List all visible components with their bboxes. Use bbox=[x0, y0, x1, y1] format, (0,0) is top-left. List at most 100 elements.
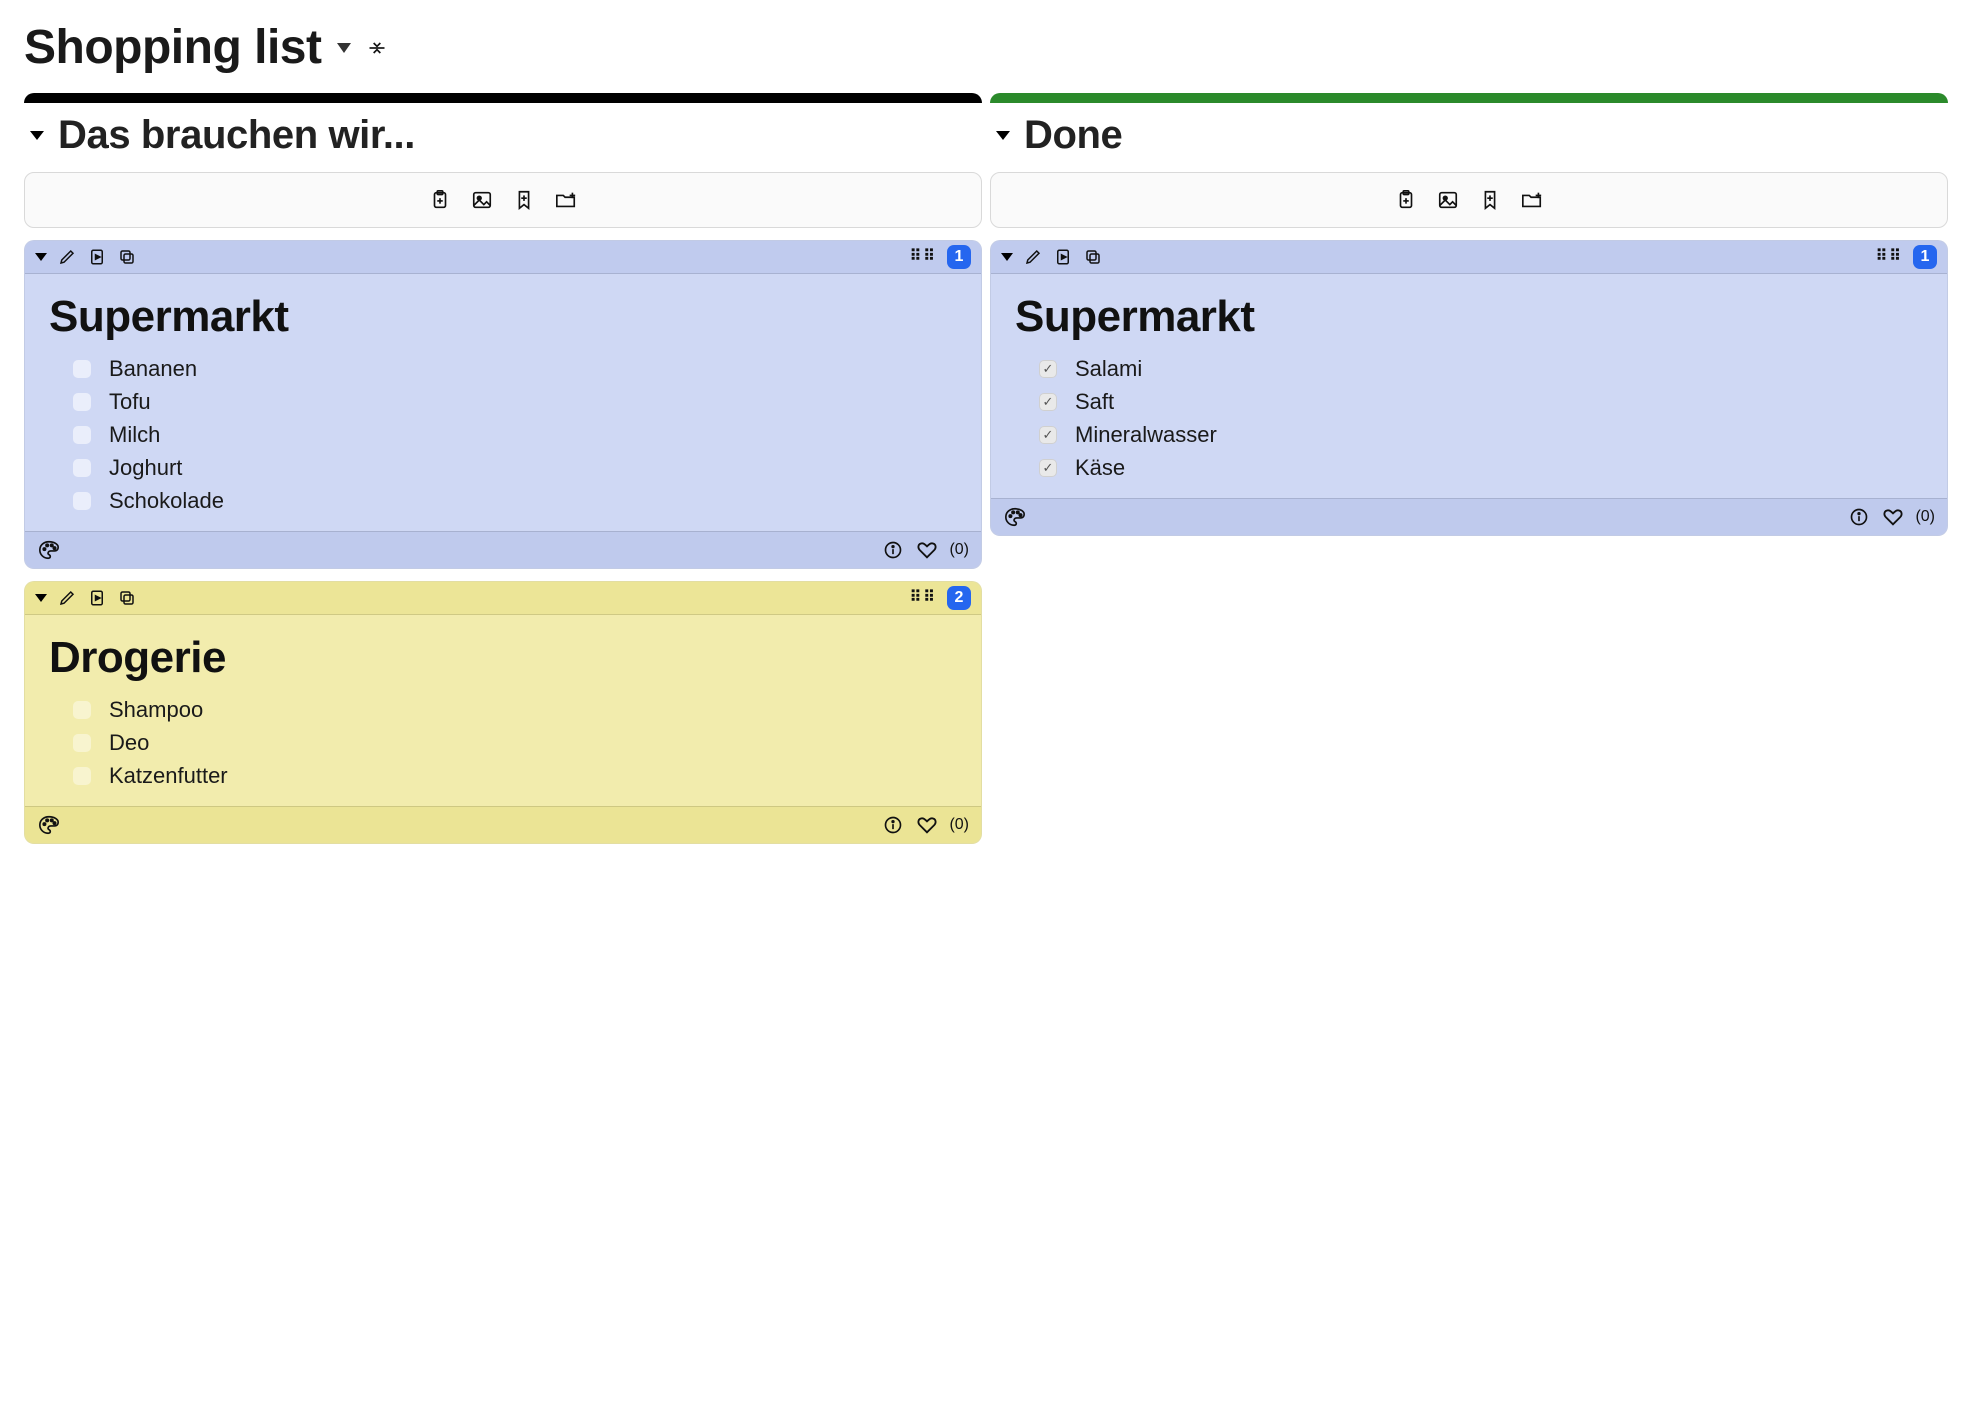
list-item: Schokolade bbox=[73, 484, 957, 517]
drag-handle-icon[interactable]: ⠿⠿ bbox=[910, 594, 937, 602]
checklist: Bananen Tofu Milch Joghurt Schokolade bbox=[49, 352, 957, 517]
drag-handle-icon[interactable]: ⠿⠿ bbox=[1876, 253, 1903, 261]
list-item: ✓ Mineralwasser bbox=[1039, 418, 1923, 451]
checkbox[interactable] bbox=[73, 360, 91, 378]
item-label: Bananen bbox=[109, 352, 197, 385]
page-header: Shopping list bbox=[24, 20, 1948, 75]
column-need: Das brauchen wir... bbox=[24, 93, 982, 844]
drag-handle-icon[interactable]: ⠿⠿ bbox=[910, 253, 937, 261]
like-count: (0) bbox=[949, 541, 969, 559]
card-footer: (0) bbox=[25, 806, 981, 843]
checkbox[interactable] bbox=[73, 459, 91, 477]
add-image-icon[interactable] bbox=[1436, 188, 1460, 212]
card-collapse-caret-icon[interactable] bbox=[1001, 253, 1013, 261]
add-bookmark-icon[interactable] bbox=[512, 188, 536, 212]
list-item: Tofu bbox=[73, 385, 957, 418]
card-collapse-caret-icon[interactable] bbox=[35, 253, 47, 261]
palette-icon[interactable] bbox=[37, 538, 61, 562]
checklist: ✓Salami ✓Saft ✓Mineralwasser ✓Käse bbox=[1015, 352, 1923, 484]
card-title: Drogerie bbox=[49, 633, 957, 683]
add-bookmark-icon[interactable] bbox=[1478, 188, 1502, 212]
copy-icon[interactable] bbox=[117, 588, 137, 608]
edit-pencil-icon[interactable] bbox=[57, 247, 77, 267]
palette-icon[interactable] bbox=[1003, 505, 1027, 529]
column-collapse-caret-icon[interactable] bbox=[30, 131, 44, 140]
item-label: Mineralwasser bbox=[1075, 418, 1217, 451]
card-body: Drogerie Shampoo Deo Katzenfutter bbox=[25, 615, 981, 806]
collapse-all-icon[interactable] bbox=[367, 38, 387, 58]
checkbox[interactable] bbox=[73, 426, 91, 444]
board-columns: Das brauchen wir... bbox=[24, 93, 1948, 844]
info-icon[interactable] bbox=[1847, 505, 1871, 529]
copy-icon[interactable] bbox=[117, 247, 137, 267]
list-item: Katzenfutter bbox=[73, 759, 957, 792]
column-header: Done bbox=[990, 109, 1948, 172]
list-item: Shampoo bbox=[73, 693, 957, 726]
list-item: Milch bbox=[73, 418, 957, 451]
add-folder-icon[interactable] bbox=[1520, 188, 1544, 212]
column-collapse-caret-icon[interactable] bbox=[996, 131, 1010, 140]
copy-icon[interactable] bbox=[1083, 247, 1103, 267]
add-item-bar bbox=[24, 172, 982, 228]
card-toolbar: ⠿⠿ 2 bbox=[25, 582, 981, 615]
page-title: Shopping list bbox=[24, 20, 321, 75]
add-item-bar bbox=[990, 172, 1948, 228]
add-clipboard-icon[interactable] bbox=[1394, 188, 1418, 212]
add-clipboard-icon[interactable] bbox=[428, 188, 452, 212]
card-title: Supermarkt bbox=[1015, 292, 1923, 342]
card-toolbar: ⠿⠿ 1 bbox=[25, 241, 981, 274]
play-file-icon[interactable] bbox=[1053, 247, 1073, 267]
heart-icon[interactable] bbox=[915, 538, 939, 562]
card-number-badge: 1 bbox=[947, 245, 971, 269]
item-label: Katzenfutter bbox=[109, 759, 228, 792]
card-body: Supermarkt ✓Salami ✓Saft ✓Mineralwasser … bbox=[991, 274, 1947, 498]
checkbox-checked[interactable]: ✓ bbox=[1039, 393, 1057, 411]
item-label: Saft bbox=[1075, 385, 1114, 418]
like-count: (0) bbox=[1915, 508, 1935, 526]
card-body: Supermarkt Bananen Tofu Milch Joghurt Sc… bbox=[25, 274, 981, 531]
checkbox-checked[interactable]: ✓ bbox=[1039, 360, 1057, 378]
heart-icon[interactable] bbox=[915, 813, 939, 837]
checkbox[interactable] bbox=[73, 492, 91, 510]
item-label: Shampoo bbox=[109, 693, 203, 726]
edit-pencil-icon[interactable] bbox=[1023, 247, 1043, 267]
item-label: Salami bbox=[1075, 352, 1142, 385]
info-icon[interactable] bbox=[881, 813, 905, 837]
play-file-icon[interactable] bbox=[87, 588, 107, 608]
checklist: Shampoo Deo Katzenfutter bbox=[49, 693, 957, 792]
checkbox[interactable] bbox=[73, 701, 91, 719]
list-item: Bananen bbox=[73, 352, 957, 385]
card-title: Supermarkt bbox=[49, 292, 957, 342]
card-number-badge: 1 bbox=[1913, 245, 1937, 269]
play-file-icon[interactable] bbox=[87, 247, 107, 267]
checkbox-checked[interactable]: ✓ bbox=[1039, 426, 1057, 444]
checkbox-checked[interactable]: ✓ bbox=[1039, 459, 1057, 477]
checkbox[interactable] bbox=[73, 734, 91, 752]
edit-pencil-icon[interactable] bbox=[57, 588, 77, 608]
column-title: Done bbox=[1024, 113, 1122, 158]
like-count: (0) bbox=[949, 816, 969, 834]
page-menu-caret-icon[interactable] bbox=[337, 43, 351, 53]
cards-container: ⠿⠿ 1 Supermarkt ✓ Salami ✓ Saft ✓ Mineralwa… bbox=[990, 240, 1948, 536]
list-item: ✓ Saft bbox=[1039, 385, 1923, 418]
cards-container: ⠿⠿ 1 Supermarkt Bananen Tofu Milch Joghu… bbox=[24, 240, 982, 844]
heart-icon[interactable] bbox=[1881, 505, 1905, 529]
card-drogerie: ⠿⠿ 2 Drogerie Shampoo Deo Katzenfutter bbox=[24, 581, 982, 844]
add-folder-icon[interactable] bbox=[554, 188, 578, 212]
card-footer: (0) bbox=[25, 531, 981, 568]
palette-icon[interactable] bbox=[37, 813, 61, 837]
item-label: Deo bbox=[109, 726, 149, 759]
card-supermarkt-done: ⠿⠿ 1 Supermarkt ✓ Salami ✓ Saft ✓ Mineralwa… bbox=[990, 240, 1948, 536]
column-color-bar bbox=[990, 93, 1948, 103]
item-label: Schokolade bbox=[109, 484, 224, 517]
column-header: Das brauchen wir... bbox=[24, 109, 982, 172]
card-collapse-caret-icon[interactable] bbox=[35, 594, 47, 602]
add-image-icon[interactable] bbox=[470, 188, 494, 212]
item-label: Milch bbox=[109, 418, 160, 451]
column-title: Das brauchen wir... bbox=[58, 113, 415, 158]
column-done: Done ⠿⠿ 1 bbox=[990, 93, 1948, 844]
info-icon[interactable] bbox=[881, 538, 905, 562]
checkbox[interactable] bbox=[73, 393, 91, 411]
checkbox[interactable] bbox=[73, 767, 91, 785]
item-label: Joghurt bbox=[109, 451, 182, 484]
